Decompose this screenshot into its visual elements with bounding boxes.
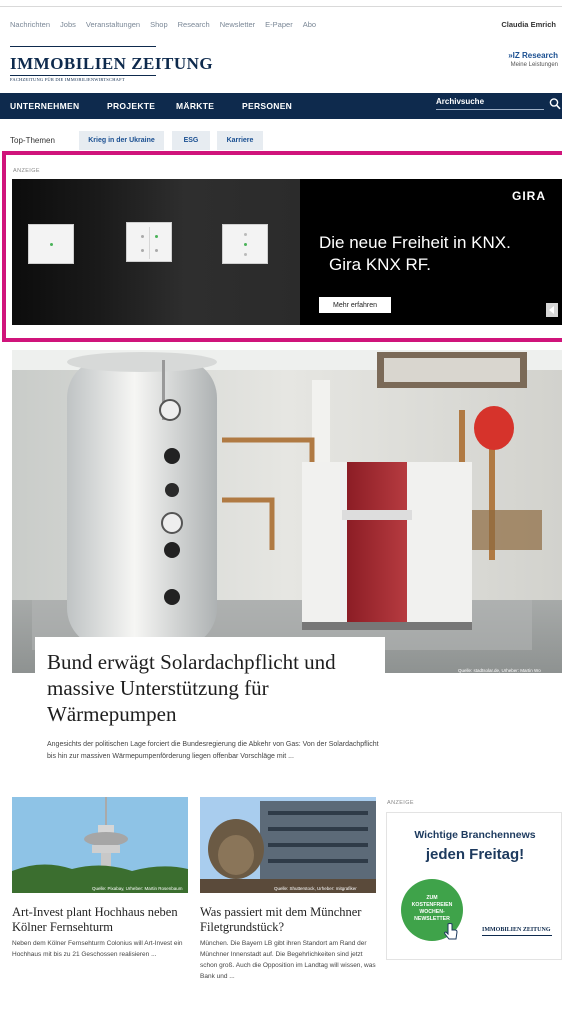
- utility-link-nachrichten[interactable]: Nachrichten: [10, 20, 50, 29]
- teaser-image-koeln[interactable]: Quelle: Pixabay, Urheber: Martin Rosenba…: [12, 797, 188, 893]
- teaser-2-text: München. Die Bayern LB gibt ihren Stando…: [200, 940, 376, 980]
- teaser-1-credit: Quelle: Pixabay, Urheber: Martin Rosenba…: [92, 886, 183, 891]
- utility-nav: Nachrichten Jobs Veranstaltungen Shop Re…: [0, 0, 562, 44]
- logo-wordmark: IMMOBILIEN ZEITUNG: [10, 54, 214, 73]
- utility-link-shop[interactable]: Shop: [150, 20, 168, 29]
- newsletter-headline-line1: Wichtige Branchennews: [414, 829, 536, 841]
- hero-article-title[interactable]: Bund erwägt Solardachpflicht und massive…: [47, 649, 385, 727]
- topic-chip-karriere[interactable]: Karriere: [217, 131, 263, 150]
- top-topics-label: Top-Themen: [10, 136, 55, 145]
- search-icon[interactable]: [549, 97, 561, 111]
- nav-item-projekte[interactable]: PROJEKTE: [107, 101, 155, 111]
- main-nav: UNTERNEHMEN PROJEKTE MÄRKTE PERSONEN Arc…: [0, 93, 562, 119]
- hero-title-card[interactable]: Bund erwägt Solardachpflicht und massive…: [35, 637, 385, 740]
- newsletter-headline: Wichtige Branchennews jeden Freitag!: [387, 829, 561, 863]
- utility-link-research[interactable]: Research: [178, 20, 210, 29]
- gira-logo: GIRA: [512, 189, 546, 203]
- badge-line-1: ZUM: [426, 895, 438, 901]
- ad-product-visual: [12, 179, 300, 325]
- gira-ad-banner[interactable]: GIRA Die neue Freiheit in KNX. Gira KNX …: [12, 179, 562, 325]
- teaser-1-text: Neben dem Kölner Fernsehturm Colonius wi…: [12, 940, 183, 958]
- switch-image-2: [126, 222, 172, 262]
- switch-image-3: [222, 224, 268, 264]
- ad-headline: Die neue Freiheit in KNX. Gira KNX RF.: [319, 232, 511, 276]
- topic-chip-ukraine[interactable]: Krieg in der Ukraine: [79, 131, 164, 150]
- hero-article-teaser: Angesichts der politischen Lage forciert…: [47, 741, 379, 760]
- newsletter-logo: IMMOBILIEN ZEITUNG: [482, 927, 551, 933]
- teaser-2-title[interactable]: Was passiert mit dem Münchner Filetgrund…: [200, 905, 376, 935]
- pointer-hand-icon: [444, 923, 458, 940]
- nav-item-maerkte[interactable]: MÄRKTE: [176, 101, 214, 111]
- ad-prev-arrow-icon[interactable]: [546, 303, 558, 317]
- utility-link-jobs[interactable]: Jobs: [60, 20, 76, 29]
- newsletter-ad[interactable]: Wichtige Branchennews jeden Freitag! ZUM…: [386, 812, 562, 960]
- ad-headline-line2: Gira KNX RF.: [329, 255, 432, 274]
- tv-tower-photo: [12, 797, 188, 893]
- utility-link-newsletter[interactable]: Newsletter: [220, 20, 255, 29]
- hero-image[interactable]: Quelle: stadtsolar.de, Urheber: Martin W…: [12, 350, 562, 673]
- lion-statue-photo: [200, 797, 376, 893]
- ad-cta-button[interactable]: Mehr erfahren: [319, 297, 391, 313]
- teaser-1-title[interactable]: Art-Invest plant Hochhaus neben Kölner F…: [12, 905, 188, 935]
- teaser-2-credit: Quelle: Shutterstock, Urheber: mitgrafik…: [274, 886, 357, 891]
- newsletter-ad-label: ANZEIGE: [387, 800, 414, 806]
- ad-label: ANZEIGE: [13, 168, 40, 174]
- newsletter-logo-rule: [482, 935, 552, 936]
- archive-search-underline: [436, 109, 544, 110]
- site-logo[interactable]: IMMOBILIEN ZEITUNG FACHZEITUNG FÜR DIE I…: [10, 54, 213, 82]
- topic-chip-esg[interactable]: ESG: [172, 131, 210, 150]
- user-name[interactable]: Claudia Emrich: [501, 20, 556, 29]
- archive-search-input[interactable]: Archivsuche: [436, 97, 484, 106]
- utility-links: Nachrichten Jobs Veranstaltungen Shop Re…: [10, 20, 316, 29]
- teaser-image-muenchen[interactable]: Quelle: Shutterstock, Urheber: mitgrafik…: [200, 797, 376, 893]
- utility-link-veranstaltungen[interactable]: Veranstaltungen: [86, 20, 140, 29]
- nav-item-personen[interactable]: PERSONEN: [242, 101, 292, 111]
- iz-research-box: »IZ Research Meine Leistungen: [508, 51, 558, 68]
- nav-item-unternehmen[interactable]: UNTERNEHMEN: [10, 101, 79, 111]
- logo-rule: [10, 75, 156, 76]
- ad-headline-line1: Die neue Freiheit in KNX.: [319, 233, 511, 252]
- logo-tagline: FACHZEITUNG FÜR DIE IMMOBILIENWIRTSCHAFT: [10, 77, 125, 82]
- utility-link-abo[interactable]: Abo: [303, 20, 316, 29]
- badge-line-3: WOCHEN-: [419, 909, 445, 915]
- iz-research-link[interactable]: »IZ Research: [508, 51, 558, 60]
- switch-image-1: [28, 224, 74, 264]
- top-topics-bar: Top-Themen Krieg in der Ukraine ESG Karr…: [0, 131, 562, 151]
- newsletter-headline-line2: jeden Freitag!: [425, 846, 525, 863]
- heat-pump-photo: [12, 350, 562, 673]
- my-services-link[interactable]: Meine Leistungen: [508, 62, 558, 68]
- badge-line-2: KOSTENFREIEN: [411, 902, 453, 908]
- badge-line-4: NEWSLETTER: [414, 916, 450, 922]
- utility-link-epaper[interactable]: E-Paper: [265, 20, 293, 29]
- hero-image-credit: Quelle: stadtsolar.de, Urheber: Martin W…: [458, 668, 541, 673]
- logo-top-rule: [10, 46, 156, 47]
